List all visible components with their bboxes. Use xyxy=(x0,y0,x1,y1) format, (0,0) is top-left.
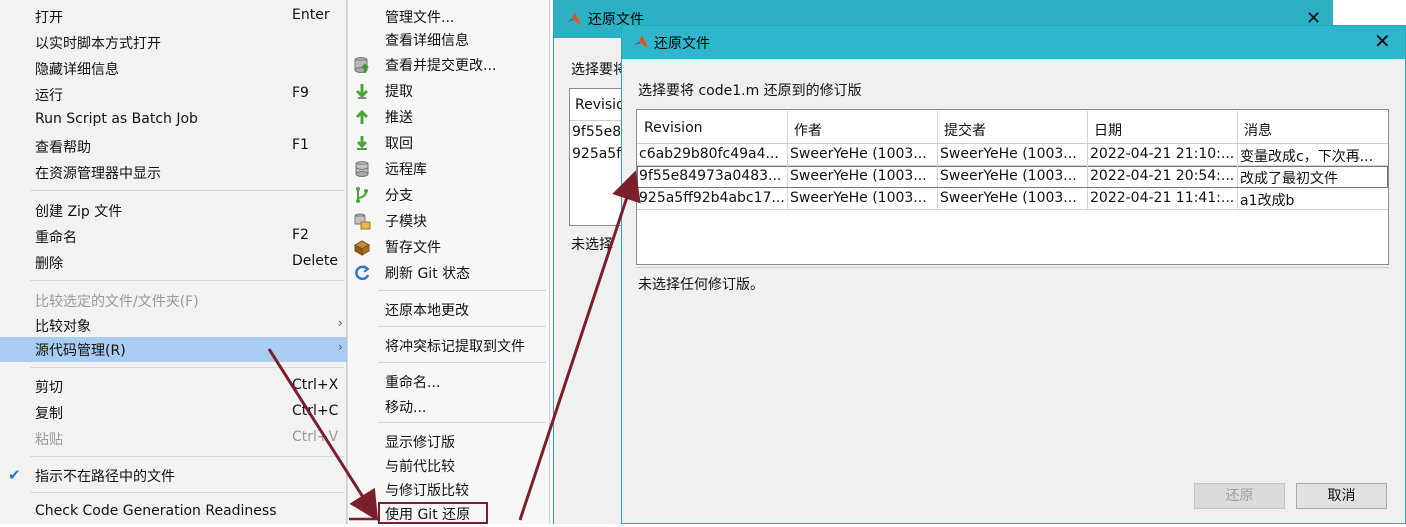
column-header-message[interactable]: 消息 xyxy=(1238,111,1388,143)
dialog-prompt: 选择要将 code1.m 还原到的修订版 xyxy=(638,83,862,99)
cancel-button[interactable]: 取消 xyxy=(1296,483,1387,509)
context-menu: 打开 Enter 以实时脚本方式打开 隐藏详细信息 运行 F9 Run Scri… xyxy=(0,0,347,524)
menu-item-view-help[interactable]: 查看帮助 F1 xyxy=(0,134,347,160)
submenu-item-extract-conflict-markers[interactable]: 将冲突标记提取到文件 xyxy=(348,333,550,359)
push-icon xyxy=(355,109,369,124)
matlab-logo-icon xyxy=(567,12,581,25)
submenu-item-pull[interactable]: 取回 xyxy=(348,130,550,156)
table-row[interactable]: 925a5ff92b4abc17... SweerYeHe (1003... S… xyxy=(637,188,1388,210)
matlab-logo-icon xyxy=(634,35,648,48)
submenu-item-remote[interactable]: 远程库 xyxy=(348,156,550,182)
stash-icon xyxy=(353,240,371,256)
menu-item-cut[interactable]: 剪切 Ctrl+X xyxy=(0,374,347,400)
submenu-item-push[interactable]: 推送 xyxy=(348,104,550,130)
submenu-item-compare-revision[interactable]: 与修订版比较 xyxy=(348,477,550,503)
submenu-item-rename[interactable]: 重命名... xyxy=(348,369,550,395)
submodule-icon xyxy=(354,213,371,230)
refresh-icon xyxy=(355,265,370,281)
table-row[interactable]: 925a5f xyxy=(572,146,621,162)
commit-icon xyxy=(354,57,369,73)
table-row[interactable]: c6ab29b80fc49a4... SweerYeHe (1003... Sw… xyxy=(637,144,1388,166)
table-row[interactable]: 9f55e8 xyxy=(572,124,621,140)
menu-item-copy[interactable]: 复制 Ctrl+C xyxy=(0,400,347,426)
cell-author: SweerYeHe (1003... xyxy=(788,166,938,187)
chevron-right-icon: › xyxy=(338,340,343,354)
cell-date: 2022-04-21 11:41:... xyxy=(1088,188,1238,209)
cell-revision: c6ab29b80fc49a4... xyxy=(637,144,788,165)
column-header-committer[interactable]: 提交者 xyxy=(938,111,1088,143)
chevron-right-icon: › xyxy=(338,316,343,330)
menu-item-compare-against[interactable]: 比较对象 › xyxy=(0,313,347,339)
cell-author: SweerYeHe (1003... xyxy=(788,188,938,209)
title-bar: 还原文件 ✕ xyxy=(622,26,1405,59)
annotation-highlight-box xyxy=(378,502,488,524)
status-text: 未选择任何修订版。 xyxy=(638,277,764,293)
menu-item-source-control[interactable]: 源代码管理(R) › xyxy=(0,337,347,362)
close-icon[interactable]: ✕ xyxy=(1374,29,1391,53)
menu-separator xyxy=(378,422,546,423)
dialog-prompt: 选择要将 xyxy=(571,62,627,78)
status-divider xyxy=(636,267,1389,268)
menu-item-run[interactable]: 运行 F9 xyxy=(0,82,347,108)
submenu-item-refresh-git[interactable]: 刷新 Git 状态 xyxy=(348,260,550,286)
cell-committer: SweerYeHe (1003... xyxy=(938,144,1088,165)
submenu-item-view-details[interactable]: 查看详细信息 xyxy=(348,27,550,53)
dialog-title: 还原文件 xyxy=(654,36,710,52)
cell-committer: SweerYeHe (1003... xyxy=(938,188,1088,209)
column-header-author[interactable]: 作者 xyxy=(788,111,938,143)
menu-item-check-code-generation[interactable]: Check Code Generation Readiness xyxy=(0,500,347,526)
menu-separator xyxy=(30,280,344,281)
status-text: 未选择 xyxy=(571,237,613,253)
submenu-item-branch[interactable]: 分支 xyxy=(348,182,550,208)
menu-item-create-zip[interactable]: 创建 Zip 文件 xyxy=(0,198,347,224)
menu-item-indicate-files-not-on-path[interactable]: ✔ 指示不在路径中的文件 xyxy=(0,463,347,489)
cell-message: 变量改成c，下次再... xyxy=(1240,149,1374,165)
checkmark-icon: ✔ xyxy=(8,466,21,484)
cell-committer: SweerYeHe (1003... xyxy=(938,166,1088,187)
submenu-item-submodule[interactable]: 子模块 xyxy=(348,208,550,234)
restore-button[interactable]: 还原 xyxy=(1194,483,1285,509)
submenu-item-compare-ancestor[interactable]: 与前代比较 xyxy=(348,453,550,479)
menu-separator xyxy=(30,456,344,457)
source-control-submenu: 管理文件... 查看详细信息 查看并提交更改... 提取 推送 取回 远程库 分… xyxy=(347,0,550,524)
menu-item-paste: 粘贴 Ctrl+V xyxy=(35,429,339,448)
menu-item-open[interactable]: 打开 Enter xyxy=(0,4,347,30)
branch-icon xyxy=(356,187,368,203)
menu-separator xyxy=(30,367,344,368)
submenu-item-fetch[interactable]: 提取 xyxy=(348,78,550,104)
cell-date: 2022-04-21 21:10:... xyxy=(1088,144,1238,165)
menu-item-run-batch[interactable]: Run Script as Batch Job xyxy=(0,108,347,134)
column-header-date[interactable]: 日期 xyxy=(1088,111,1238,143)
cell-message: a1改成b xyxy=(1240,193,1295,209)
menu-item-rename[interactable]: 重命名 F2 xyxy=(0,224,347,250)
menu-item-delete[interactable]: 删除 Delete xyxy=(0,250,347,276)
remote-icon xyxy=(355,161,369,177)
submenu-item-move[interactable]: 移动... xyxy=(348,394,550,420)
menu-separator xyxy=(378,290,546,291)
cell-date: 2022-04-21 20:54:... xyxy=(1088,166,1238,187)
revision-table: Revision 作者 提交者 日期 消息 c6ab29b80fc49a4...… xyxy=(636,109,1389,265)
restore-file-dialog: 还原文件 ✕ 选择要将 code1.m 还原到的修订版 Revision 作者 … xyxy=(621,25,1406,524)
menu-separator xyxy=(378,326,546,327)
menu-separator xyxy=(30,190,344,191)
submenu-item-commit[interactable]: 查看并提交更改... xyxy=(348,52,550,78)
menu-separator xyxy=(30,492,344,493)
cell-author: SweerYeHe (1003... xyxy=(788,144,938,165)
cell-revision: 9f55e84973a0483... xyxy=(637,166,788,187)
menu-item-compare-selected: 比较选定的文件/文件夹(F) xyxy=(35,294,199,310)
submenu-item-revert-local[interactable]: 还原本地更改 xyxy=(348,297,550,323)
submenu-item-show-revisions[interactable]: 显示修订版 xyxy=(348,429,550,455)
column-header-revision[interactable]: Revision xyxy=(638,111,788,143)
cell-message: 改成了最初文件 xyxy=(1240,171,1338,187)
submenu-item-stash[interactable]: 暂存文件 xyxy=(348,234,550,260)
menu-separator xyxy=(378,362,546,363)
menu-item-show-in-explorer[interactable]: 在资源管理器中显示 xyxy=(0,160,347,186)
fetch-icon xyxy=(355,84,369,99)
menu-item-open-live-script[interactable]: 以实时脚本方式打开 xyxy=(0,30,347,56)
cell-revision: 925a5ff92b4abc17... xyxy=(637,188,788,209)
pull-icon xyxy=(356,136,368,150)
menu-item-hide-details[interactable]: 隐藏详细信息 xyxy=(0,56,347,82)
table-row[interactable]: 9f55e84973a0483... SweerYeHe (1003... Sw… xyxy=(637,166,1388,188)
